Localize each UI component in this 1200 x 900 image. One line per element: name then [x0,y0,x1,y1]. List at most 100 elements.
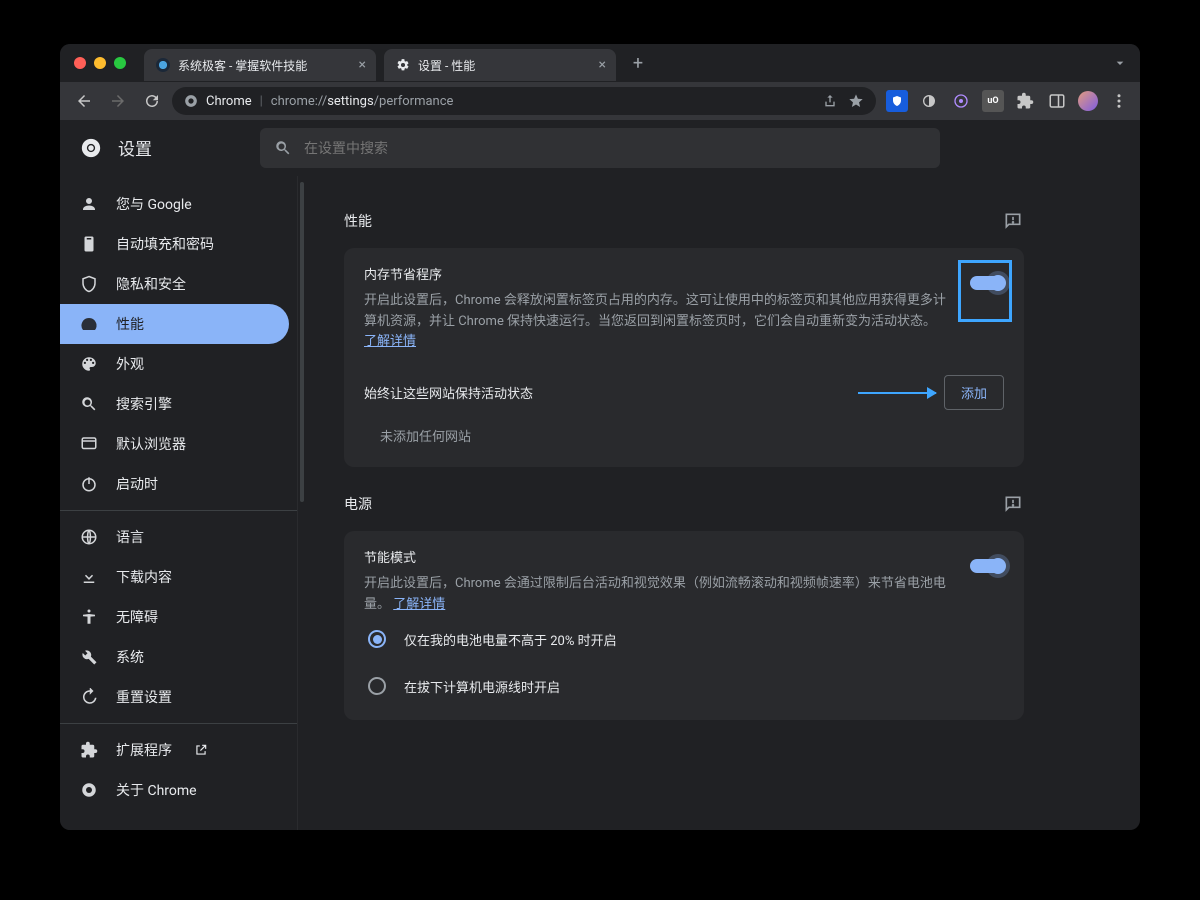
chrome-logo-icon [184,94,198,108]
sidebar-item-autofill[interactable]: 自动填充和密码 [60,224,289,264]
titlebar: 系统极客 - 掌握软件技能 × 设置 - 性能 × + [60,44,1140,82]
speed-icon [80,315,98,333]
sidebar-item-label: 性能 [116,314,144,334]
sidebar-item-label: 下载内容 [116,567,172,587]
radio-unchecked-icon [368,677,386,695]
sidebar-item-reset[interactable]: 重置设置 [60,677,289,717]
share-icon[interactable] [822,93,838,109]
feedback-icon[interactable] [1002,210,1024,232]
add-site-button[interactable]: 添加 [944,375,1004,410]
section-title: 电源 [344,494,372,514]
menu-icon[interactable] [1108,90,1130,112]
star-icon[interactable] [848,93,864,109]
sidebar-item-privacy[interactable]: 隐私和安全 [60,264,289,304]
sidebar-item-label: 默认浏览器 [116,434,186,454]
radio-label: 在拔下计算机电源线时开启 [404,677,560,696]
download-icon [80,568,98,586]
sidebar-item-system[interactable]: 系统 [60,637,289,677]
energy-saver-card: 节能模式 开启此设置后，Chrome 会通过限制后台活动和视觉效果（例如流畅滚动… [344,531,1024,719]
sidebar-item-label: 语言 [116,527,144,547]
minimize-window-button[interactable] [94,57,106,69]
url-prefix: Chrome [206,94,252,109]
url: chrome:// settings /performance [271,94,454,109]
sidebar-item-performance[interactable]: 性能 [60,304,289,344]
sidebar-item-label: 您与 Google [116,194,192,214]
radio-label: 仅在我的电池电量不高于 20% 时开启 [404,630,617,649]
extension-icon[interactable] [918,90,940,112]
power-icon [80,475,98,493]
main-content: 性能 内存节省程序 开启此设置后，Chrome 会释放闲置标签页占用的内存。这可… [304,176,1140,830]
sidepanel-icon[interactable] [1046,90,1068,112]
setting-description: 开启此设置后，Chrome 会通过限制后台活动和视觉效果（例如流畅滚动和视频帧速… [364,576,946,612]
tab-title: 设置 - 性能 [418,57,591,74]
setting-description: 开启此设置后，Chrome 会释放闲置标签页占用的内存。这可让使用中的标签页和其… [364,293,946,329]
section-title: 性能 [344,211,372,231]
sidebar-item-languages[interactable]: 语言 [60,517,289,557]
learn-more-link[interactable]: 了解详情 [364,334,416,349]
settings-search[interactable] [260,128,940,168]
chrome-logo-icon [80,137,102,159]
setting-title: 内存节省程序 [364,266,950,287]
section-header-performance: 性能 [344,210,1024,232]
globe-icon [80,528,98,546]
puzzle-icon [80,741,98,759]
tab-2[interactable]: 设置 - 性能 × [384,49,616,81]
external-link-icon [194,743,208,757]
sidebar-item-you-and-google[interactable]: 您与 Google [60,184,289,224]
sidebar-item-label: 无障碍 [116,607,158,627]
tab-1[interactable]: 系统极客 - 掌握软件技能 × [144,49,376,81]
energy-option-unplugged[interactable]: 在拔下计算机电源线时开启 [364,663,1004,710]
close-window-button[interactable] [74,57,86,69]
tab-title: 系统极客 - 掌握软件技能 [178,57,351,74]
learn-more-link[interactable]: 了解详情 [393,597,445,612]
energy-saver-toggle[interactable] [970,559,1004,573]
sidebar-item-about-chrome[interactable]: 关于 Chrome [60,770,289,810]
sidebar-item-on-startup[interactable]: 启动时 [60,464,289,504]
url-path: settings [327,94,373,109]
sidebar-item-extensions[interactable]: 扩展程序 [60,730,289,770]
extension-ublock-icon[interactable]: uO [982,90,1004,112]
empty-sites-text: 未添加任何网站 [364,410,1004,457]
radio-checked-icon [368,630,386,648]
sidebar-item-label: 重置设置 [116,687,172,707]
feedback-icon[interactable] [1002,493,1024,515]
memory-saver-toggle[interactable] [970,276,1004,290]
accessibility-icon [80,608,98,626]
sidebar-item-downloads[interactable]: 下载内容 [60,557,289,597]
extension-icon[interactable] [950,90,972,112]
sidebar: 您与 Google 自动填充和密码 隐私和安全 性能 外观 搜索引擎 [60,176,298,830]
sidebar-item-accessibility[interactable]: 无障碍 [60,597,289,637]
browser-window: 系统极客 - 掌握软件技能 × 设置 - 性能 × + [60,44,1140,830]
sidebar-item-appearance[interactable]: 外观 [60,344,289,384]
settings-search-input[interactable] [304,140,926,156]
url-path-rest: /performance [374,94,454,109]
back-button[interactable] [70,87,98,115]
palette-icon [80,355,98,373]
energy-option-battery[interactable]: 仅在我的电池电量不高于 20% 时开启 [364,616,1004,663]
tabs-dropdown-icon[interactable] [1112,55,1128,71]
divider [60,510,297,511]
close-tab-icon[interactable]: × [599,57,606,73]
sidebar-item-search-engine[interactable]: 搜索引擎 [60,384,289,424]
close-tab-icon[interactable]: × [359,57,366,73]
new-tab-button[interactable]: + [624,49,652,77]
sidebar-item-label: 外观 [116,354,144,374]
sidebar-item-default-browser[interactable]: 默认浏览器 [60,424,289,464]
maximize-window-button[interactable] [114,57,126,69]
profile-avatar[interactable] [1078,91,1098,111]
forward-button[interactable] [104,87,132,115]
address-bar[interactable]: Chrome | chrome:// settings /performance [172,87,876,115]
settings-title: 设置 [118,135,152,160]
extensions-puzzle-icon[interactable] [1014,90,1036,112]
settings-header: 设置 [60,120,1140,176]
sidebar-item-label: 关于 Chrome [116,780,197,800]
extension-icons: uO [886,90,1130,112]
search-icon [274,139,292,157]
search-icon [80,395,98,413]
divider [60,723,297,724]
setting-title: 节能模式 [364,549,950,570]
reload-button[interactable] [138,87,166,115]
sidebar-item-label: 隐私和安全 [116,274,186,294]
person-icon [80,195,98,213]
extension-bitwarden-icon[interactable] [886,90,908,112]
